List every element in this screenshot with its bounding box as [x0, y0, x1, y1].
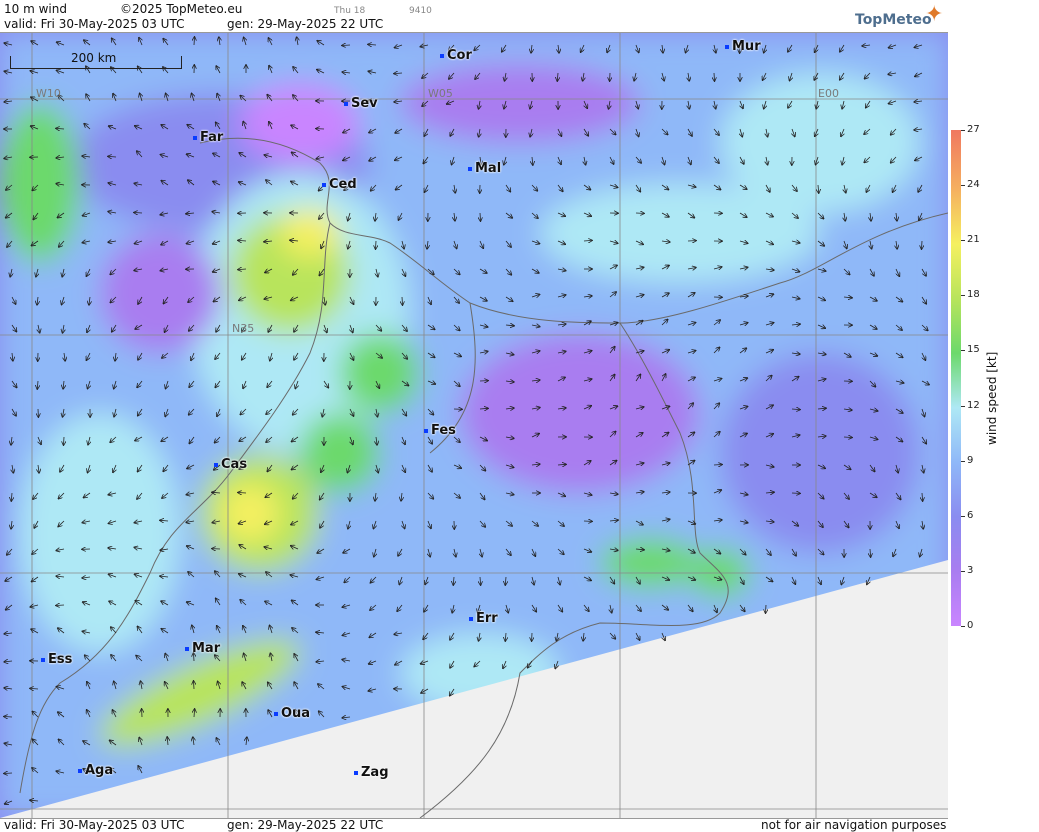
wind-arrow: [4, 717, 13, 718]
footer-gen: gen: 29-May-2025 22 UTC: [227, 818, 384, 832]
city-oua: Oua: [274, 706, 310, 721]
grid-label-n35: N35: [232, 322, 255, 335]
legend-tick-mark: [961, 515, 965, 517]
city-mal: Mal: [468, 161, 501, 176]
generated-time: gen: 29-May-2025 22 UTC: [227, 17, 384, 31]
legend-tick-label: 12: [967, 399, 980, 411]
wind-arrow: [376, 240, 377, 249]
legend-tick-label: 21: [967, 234, 980, 246]
legend-tick-mark: [961, 295, 965, 297]
legend-tick-label: 15: [967, 344, 980, 356]
legend-tick-mark: [961, 240, 965, 242]
wind-arrow: [480, 212, 481, 221]
wind-arrow: [194, 681, 195, 690]
compass-star-icon: ✦: [925, 2, 944, 27]
wind-arrow: [238, 493, 247, 494]
legend-tick-mark: [961, 130, 965, 131]
legend-tick-label: 27: [967, 124, 980, 135]
wind-arrow: [4, 773, 13, 774]
wind-arrow: [714, 72, 715, 81]
city-far: Far: [193, 130, 223, 145]
legend-tick-label: 6: [967, 509, 974, 521]
city-aga: Aga: [78, 763, 113, 778]
wind-arrow: [56, 605, 65, 606]
legend-tick-label: 3: [967, 564, 974, 576]
legend-tick-label: 18: [967, 289, 980, 301]
small-day: Thu 18: [334, 6, 366, 16]
legend-tick-mark: [961, 626, 965, 627]
scale-bar: 200 km: [10, 51, 182, 69]
wind-arrow: [134, 213, 143, 214]
grid-label-w05: W05: [428, 87, 453, 100]
legend-tick-mark: [961, 570, 965, 572]
legend-tick-mark: [961, 350, 965, 352]
city-cas: Cas: [214, 457, 247, 472]
legend-title: wind speed [kt]: [985, 351, 999, 445]
grid-label-e00: E00: [818, 87, 839, 100]
wind-arrow: [342, 45, 351, 46]
wind-arrow: [766, 604, 767, 613]
legend-tick-mark: [961, 460, 965, 462]
copyright: ©2025 TopMeteo.eu: [120, 2, 243, 16]
valid-time: valid: Fri 30-May-2025 03 UTC: [4, 17, 185, 31]
legend-tick-label: 0: [967, 620, 974, 631]
wind-arrow: [843, 437, 852, 438]
city-cor: Cor: [440, 48, 472, 63]
small-code: 9410: [409, 6, 432, 16]
wind-arrow: [64, 436, 65, 445]
wind-field: [0, 33, 948, 818]
city-ess: Ess: [41, 652, 72, 667]
city-sev: Sev: [344, 96, 378, 111]
wind-speed-colorbar: [951, 130, 961, 626]
legend-tick-mark: [961, 185, 965, 187]
product-title: 10 m wind: [4, 2, 67, 16]
wind-arrow: [713, 465, 722, 466]
wind-arrow: [402, 296, 403, 305]
wind-arrow: [922, 240, 923, 249]
city-ced: Ced: [322, 177, 357, 192]
wind-arrow: [194, 37, 195, 46]
legend-tick-label: 24: [967, 179, 980, 191]
footer-disclaimer: not for air navigation purposes: [761, 818, 947, 832]
city-mar: Mar: [185, 641, 220, 656]
scale-label: 200 km: [71, 51, 117, 65]
city-fes: Fes: [424, 423, 456, 438]
legend-tick-label: 9: [967, 454, 974, 466]
legend-tick-mark: [961, 405, 965, 407]
city-mur: Mur: [725, 39, 761, 54]
city-err: Err: [469, 611, 498, 626]
grid-label-w10: W10: [36, 87, 61, 100]
wind-map: W10 W05 E00 N35 200 km Cor Mur Sev Far C…: [0, 32, 948, 819]
footer-valid: valid: Fri 30-May-2025 03 UTC: [4, 818, 185, 832]
city-zag: Zag: [354, 765, 389, 780]
